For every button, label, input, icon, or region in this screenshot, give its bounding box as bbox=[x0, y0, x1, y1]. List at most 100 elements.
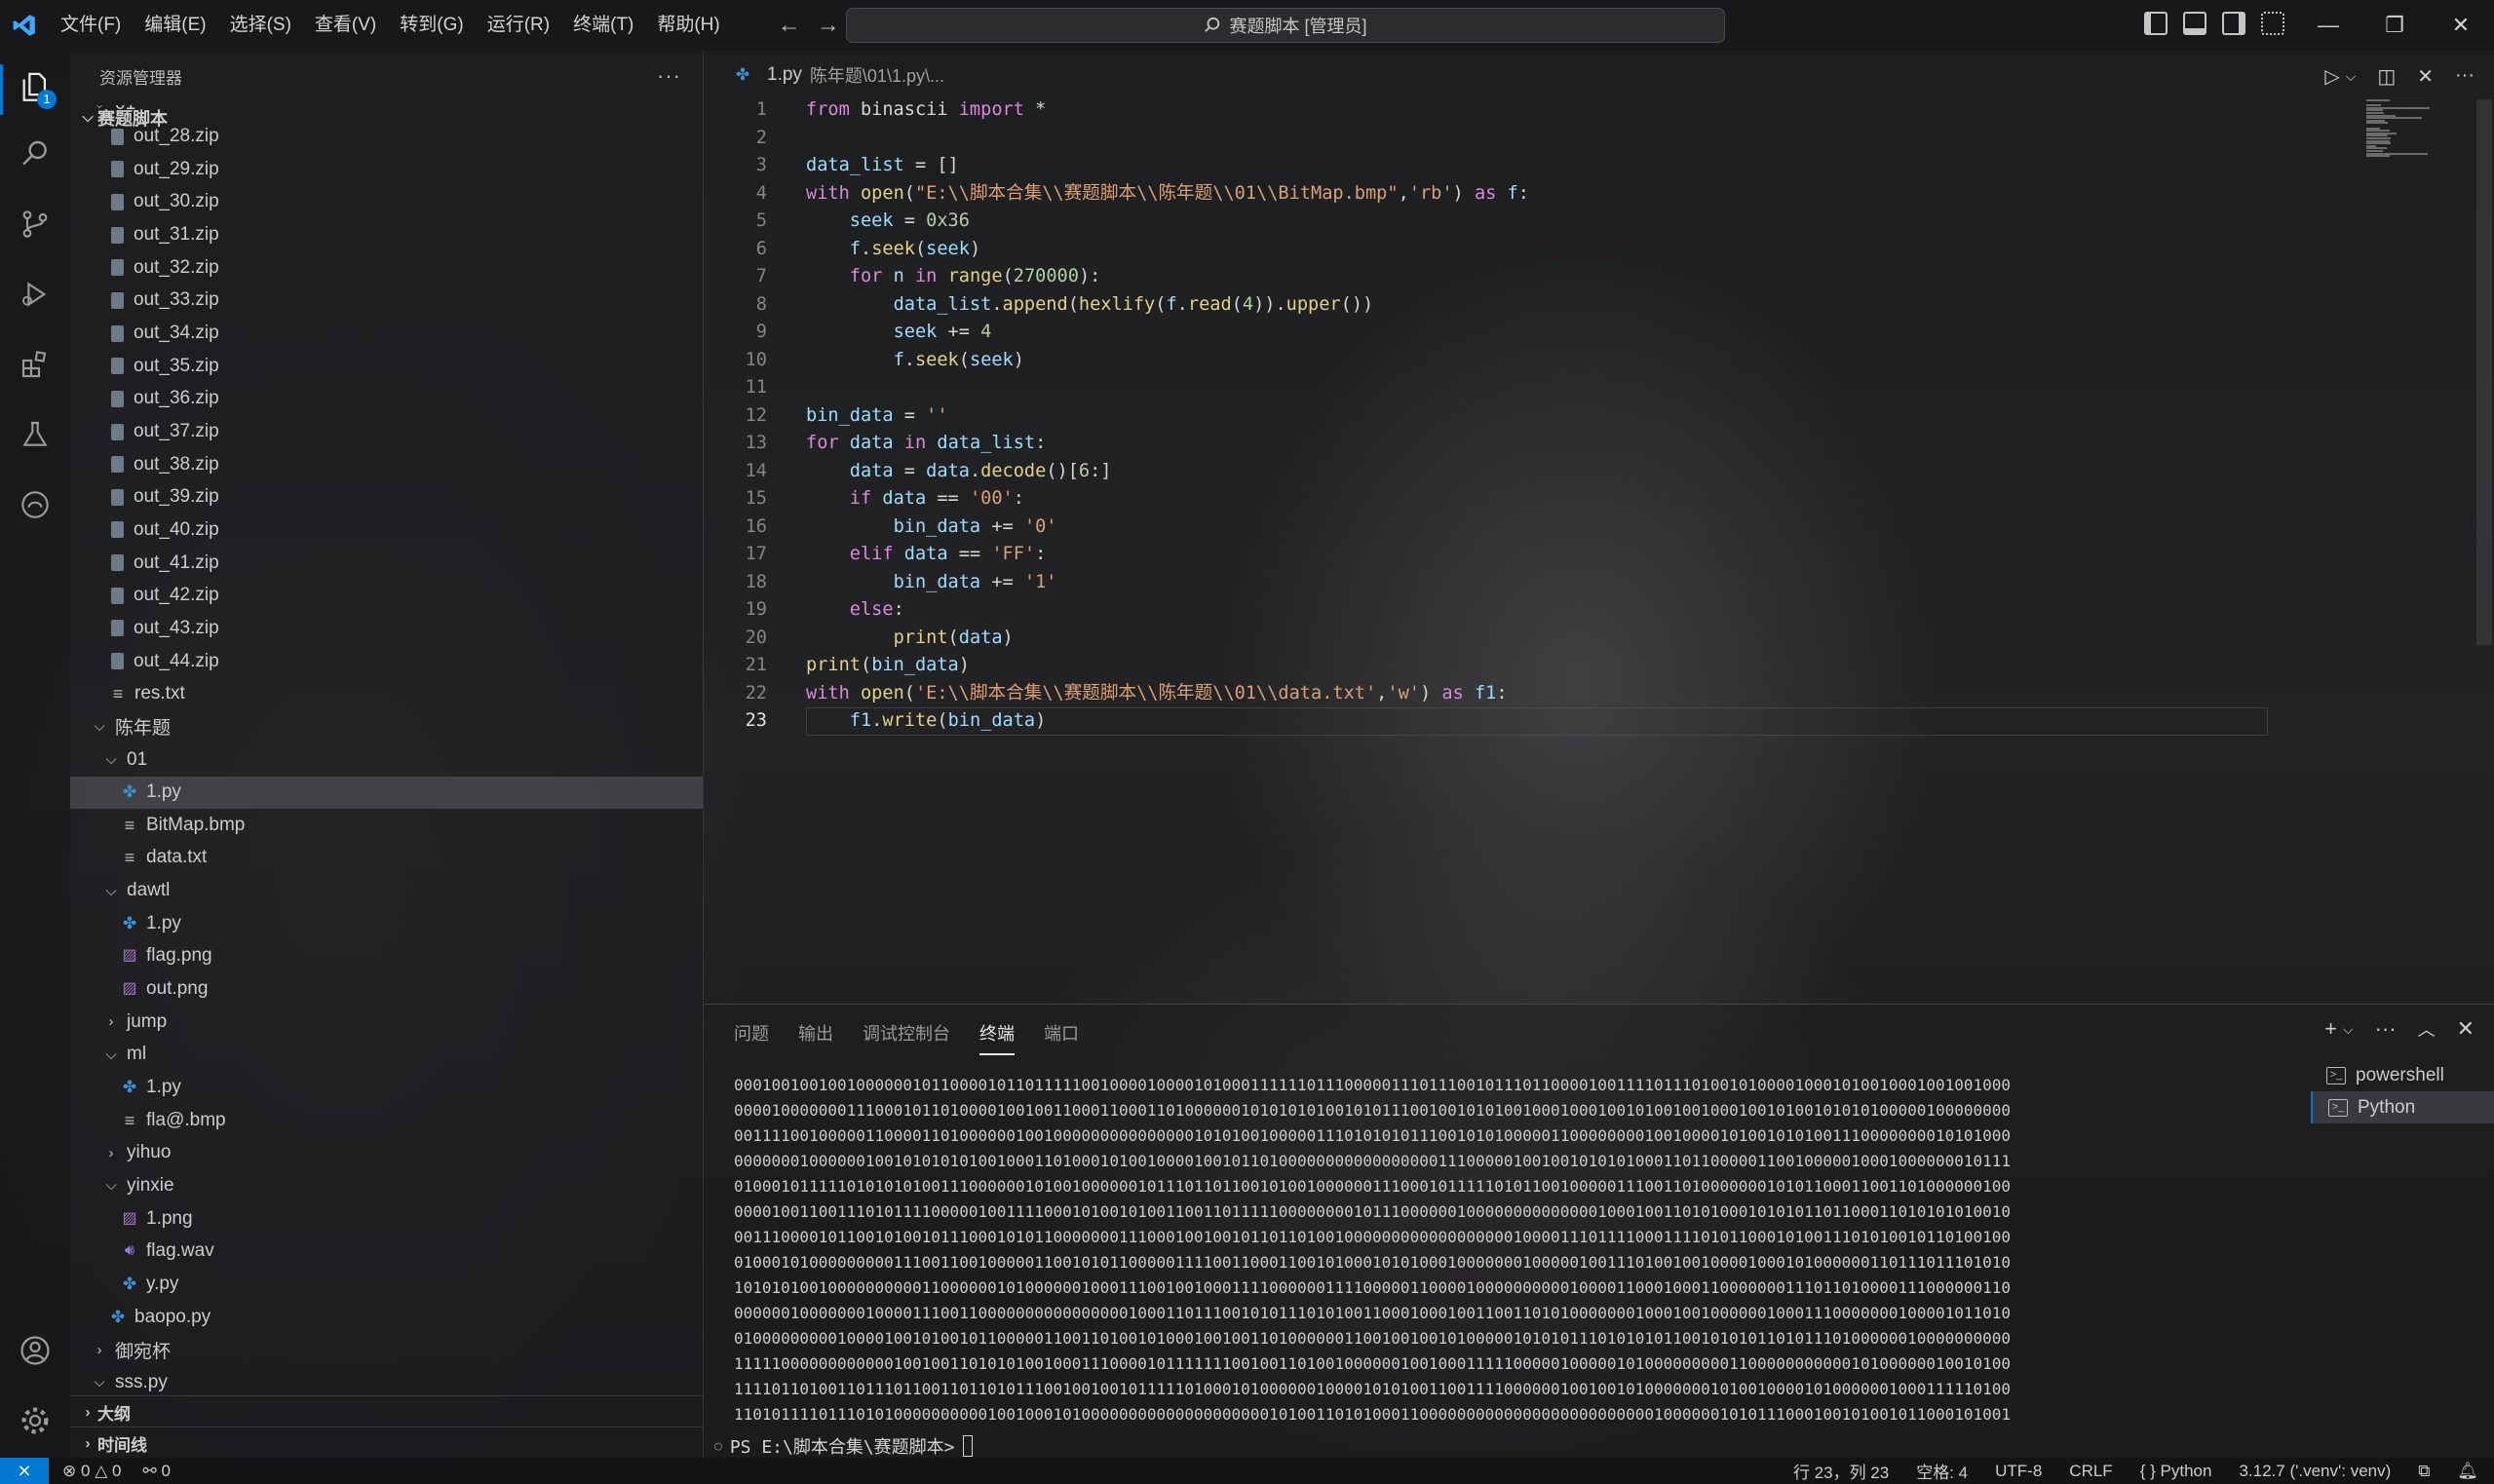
tree-folder[interactable]: ⌵ ml bbox=[70, 1039, 703, 1071]
tree-file[interactable]: out_33.zip bbox=[70, 285, 703, 317]
code-editor[interactable]: 1 from binascii import * 2 3 data_list = [] 4… bbox=[705, 99, 2494, 1004]
accounts-icon[interactable] bbox=[16, 1331, 55, 1370]
tree-file[interactable]: ✤ 1.py bbox=[70, 907, 703, 939]
tree-file[interactable]: out_38.zip bbox=[70, 448, 703, 480]
tree-file[interactable]: out_39.zip bbox=[70, 481, 703, 514]
tree-file[interactable]: ✤ baopo.py bbox=[70, 1301, 703, 1333]
terminal-dropdown-icon[interactable]: ⌵ bbox=[2343, 1016, 2354, 1042]
tree-file[interactable]: ≡ data.txt bbox=[70, 842, 703, 874]
terminal-session[interactable]: >_ powershell bbox=[2311, 1059, 2494, 1091]
editor-more-icon[interactable]: ··· bbox=[2455, 64, 2475, 89]
terminal-output[interactable]: 0001001001001000000101100001011011111001… bbox=[734, 1073, 2011, 1433]
tree-file[interactable]: out_30.zip bbox=[70, 186, 703, 218]
menu-item[interactable]: 运行(R) bbox=[476, 8, 561, 43]
settings-gear-icon[interactable] bbox=[16, 1401, 55, 1440]
tree-folder[interactable]: ⌵ 01 bbox=[70, 743, 703, 776]
tree-file[interactable]: ≡ res.txt bbox=[70, 678, 703, 710]
customize-layout-icon[interactable] bbox=[2261, 12, 2284, 35]
ports-indicator[interactable]: ⚯ 0 bbox=[142, 1462, 170, 1481]
menu-item[interactable]: 终端(T) bbox=[561, 8, 645, 43]
close-window-icon[interactable]: ✕ bbox=[2428, 0, 2494, 51]
split-editor-icon[interactable]: ◫ bbox=[2377, 64, 2396, 89]
panel-tab[interactable]: 端口 bbox=[1044, 1020, 1079, 1055]
tree-file[interactable]: out_36.zip bbox=[70, 383, 703, 415]
tree-file[interactable]: ✤ 1.py bbox=[70, 1072, 703, 1104]
timeline-section[interactable]: › 时间线 bbox=[70, 1427, 703, 1459]
source-control-icon[interactable] bbox=[16, 205, 55, 244]
tree-file[interactable]: out_37.zip bbox=[70, 416, 703, 448]
tree-folder[interactable]: ⌵ sss.py bbox=[70, 1366, 703, 1391]
python-interpreter[interactable]: 3.12.7 ('.venv': venv) bbox=[2239, 1462, 2391, 1481]
editor-tab[interactable]: ✤ 1.py 陈年题\01\1.py\... bbox=[734, 62, 944, 88]
menu-item[interactable]: 选择(S) bbox=[218, 8, 303, 43]
panel-tab[interactable]: 终端 bbox=[979, 1020, 1015, 1055]
tree-file[interactable]: out_40.zip bbox=[70, 514, 703, 546]
tree-file[interactable]: out_42.zip bbox=[70, 580, 703, 612]
panel-tab[interactable]: 调试控制台 bbox=[863, 1020, 950, 1055]
toggle-secondary-sidebar-icon[interactable] bbox=[2222, 12, 2245, 35]
tree-file[interactable]: out_35.zip bbox=[70, 350, 703, 382]
menu-item[interactable]: 查看(V) bbox=[303, 8, 388, 43]
testing-icon[interactable] bbox=[16, 415, 55, 454]
run-file-icon[interactable]: ▷ bbox=[2324, 64, 2339, 89]
cursor-position[interactable]: 行 23，列 23 bbox=[1793, 1459, 1889, 1483]
tree-file[interactable]: out_43.zip bbox=[70, 612, 703, 644]
tree-folder[interactable]: ⌵ yinxie bbox=[70, 1169, 703, 1201]
menu-item[interactable]: 编辑(E) bbox=[133, 8, 217, 43]
tree-file[interactable]: out_29.zip bbox=[70, 153, 703, 185]
remote-indicator-icon[interactable]: ⨯ bbox=[0, 1458, 49, 1484]
language-mode[interactable]: { } Python bbox=[2140, 1462, 2212, 1481]
panel-tab[interactable]: 问题 bbox=[734, 1020, 769, 1055]
tree-folder[interactable]: ⌵ dawtl bbox=[70, 875, 703, 907]
tree-file[interactable]: ≡ fla@.bmp bbox=[70, 1104, 703, 1136]
tree-file[interactable]: ▨ 1.png bbox=[70, 1202, 703, 1235]
indentation[interactable]: 空格: 4 bbox=[1916, 1459, 1968, 1483]
encoding[interactable]: UTF-8 bbox=[1995, 1462, 2042, 1481]
copilot-icon[interactable]: ⧉ bbox=[2418, 1462, 2430, 1481]
editor-scrollbar[interactable] bbox=[2476, 99, 2492, 645]
tree-file[interactable]: ▨ flag.png bbox=[70, 940, 703, 972]
menu-item[interactable]: 转到(G) bbox=[388, 8, 475, 43]
terminal-session[interactable]: >_ Python bbox=[2311, 1091, 2494, 1123]
tree-folder[interactable]: ⌵ 01 bbox=[70, 105, 703, 120]
tree-file[interactable]: out_41.zip bbox=[70, 547, 703, 579]
close-editor-icon[interactable]: ✕ bbox=[2417, 64, 2434, 89]
tree-file[interactable]: out_34.zip bbox=[70, 318, 703, 350]
tree-folder[interactable]: › jump bbox=[70, 1006, 703, 1038]
tree-folder[interactable]: › 御宛杯 bbox=[70, 1334, 703, 1366]
tree-file[interactable]: out_44.zip bbox=[70, 645, 703, 677]
menu-item[interactable]: 帮助(H) bbox=[645, 8, 731, 43]
run-debug-icon[interactable] bbox=[16, 275, 55, 314]
panel-tab[interactable]: 输出 bbox=[798, 1020, 833, 1055]
tree-file[interactable]: ▨ out.png bbox=[70, 973, 703, 1006]
minimap[interactable] bbox=[2364, 99, 2472, 158]
tree-file[interactable]: out_32.zip bbox=[70, 251, 703, 284]
tree-file[interactable]: out_31.zip bbox=[70, 219, 703, 251]
notifications-bell-icon[interactable]: 🔔︎ bbox=[2457, 1462, 2478, 1481]
more-actions-icon[interactable]: ··· bbox=[657, 63, 681, 89]
run-dropdown-icon[interactable]: ⌵ bbox=[2346, 64, 2357, 89]
tree-file[interactable]: ✤ y.py bbox=[70, 1268, 703, 1300]
problems-indicator[interactable]: ⊗ 0 △ 0 bbox=[62, 1462, 121, 1481]
github-icon[interactable] bbox=[16, 485, 55, 524]
line-ending[interactable]: CRLF bbox=[2069, 1462, 2112, 1481]
toggle-panel-icon[interactable] bbox=[2183, 12, 2206, 35]
command-center-search[interactable]: 赛题脚本 [管理员] bbox=[846, 8, 1725, 43]
minimize-icon[interactable]: — bbox=[2295, 0, 2361, 51]
extensions-icon[interactable] bbox=[16, 345, 55, 384]
panel-more-icon[interactable]: ··· bbox=[2375, 1016, 2397, 1042]
terminal-prompt[interactable]: ○ PS E:\脚本合集\赛题脚本> bbox=[714, 1433, 973, 1459]
toggle-primary-sidebar-icon[interactable] bbox=[2144, 12, 2168, 35]
forward-arrow-icon[interactable]: → bbox=[816, 12, 841, 39]
tree-file[interactable]: 🔊︎ flag.wav bbox=[70, 1236, 703, 1268]
tree-file[interactable]: ≡ BitMap.bmp bbox=[70, 809, 703, 841]
tree-file[interactable]: ✤ 1.py bbox=[70, 776, 703, 809]
search-icon[interactable] bbox=[16, 134, 55, 173]
tree-folder[interactable]: ⌵ 陈年题 bbox=[70, 710, 703, 742]
outline-section[interactable]: › 大纲 bbox=[70, 1395, 703, 1427]
close-panel-icon[interactable]: ✕ bbox=[2457, 1016, 2475, 1042]
explorer-icon[interactable]: 1 bbox=[16, 68, 57, 109]
restore-icon[interactable]: ❐ bbox=[2361, 0, 2428, 51]
tree-file[interactable]: out_28.zip bbox=[70, 121, 703, 153]
menu-item[interactable]: 文件(F) bbox=[49, 8, 133, 43]
